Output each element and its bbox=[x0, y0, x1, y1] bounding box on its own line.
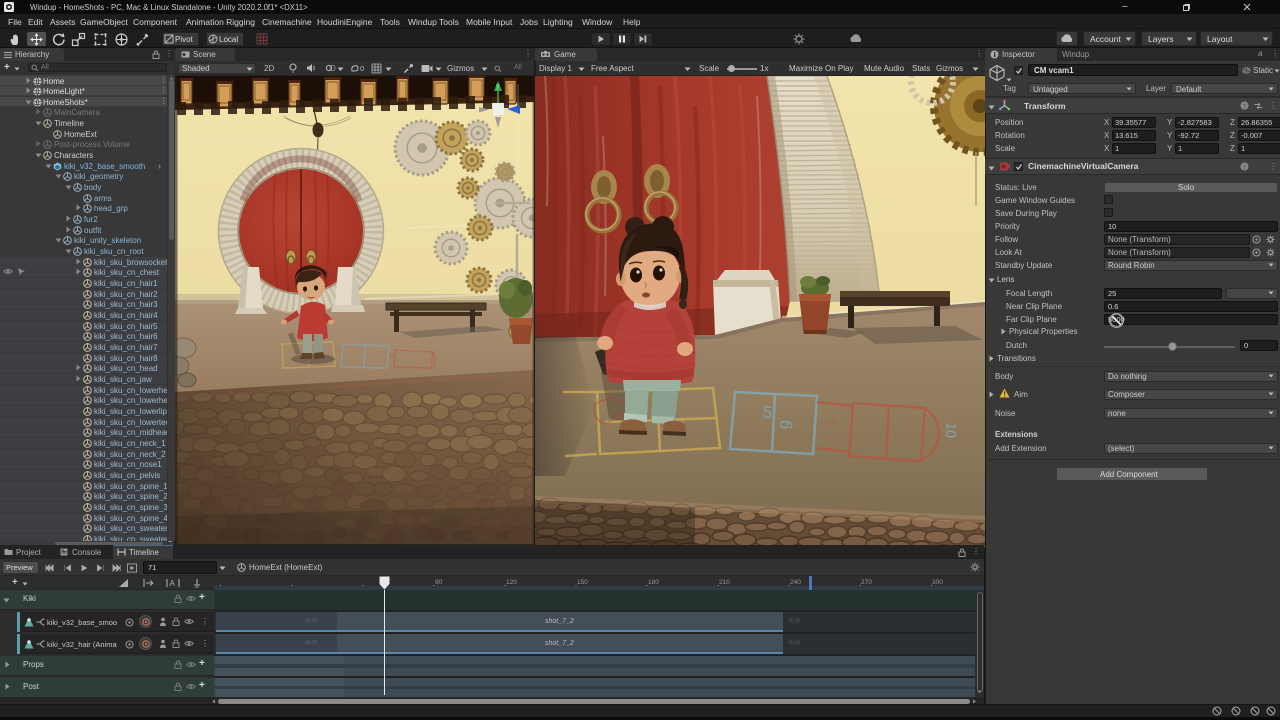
svg-text:10: 10 bbox=[943, 422, 960, 439]
svg-text:270: 270 bbox=[861, 579, 872, 586]
svg-text:180: 180 bbox=[648, 579, 659, 586]
svg-text:y: y bbox=[496, 83, 500, 90]
svg-text:210: 210 bbox=[719, 579, 730, 586]
svg-text:240: 240 bbox=[790, 579, 801, 586]
svg-text:120: 120 bbox=[506, 579, 517, 586]
svg-text:?: ? bbox=[1243, 103, 1246, 110]
svg-text:300: 300 bbox=[932, 579, 943, 586]
svg-text:?: ? bbox=[1243, 164, 1246, 171]
svg-text:150: 150 bbox=[577, 579, 588, 586]
svg-text:90: 90 bbox=[435, 579, 443, 586]
svg-text:7: 7 bbox=[821, 418, 838, 427]
